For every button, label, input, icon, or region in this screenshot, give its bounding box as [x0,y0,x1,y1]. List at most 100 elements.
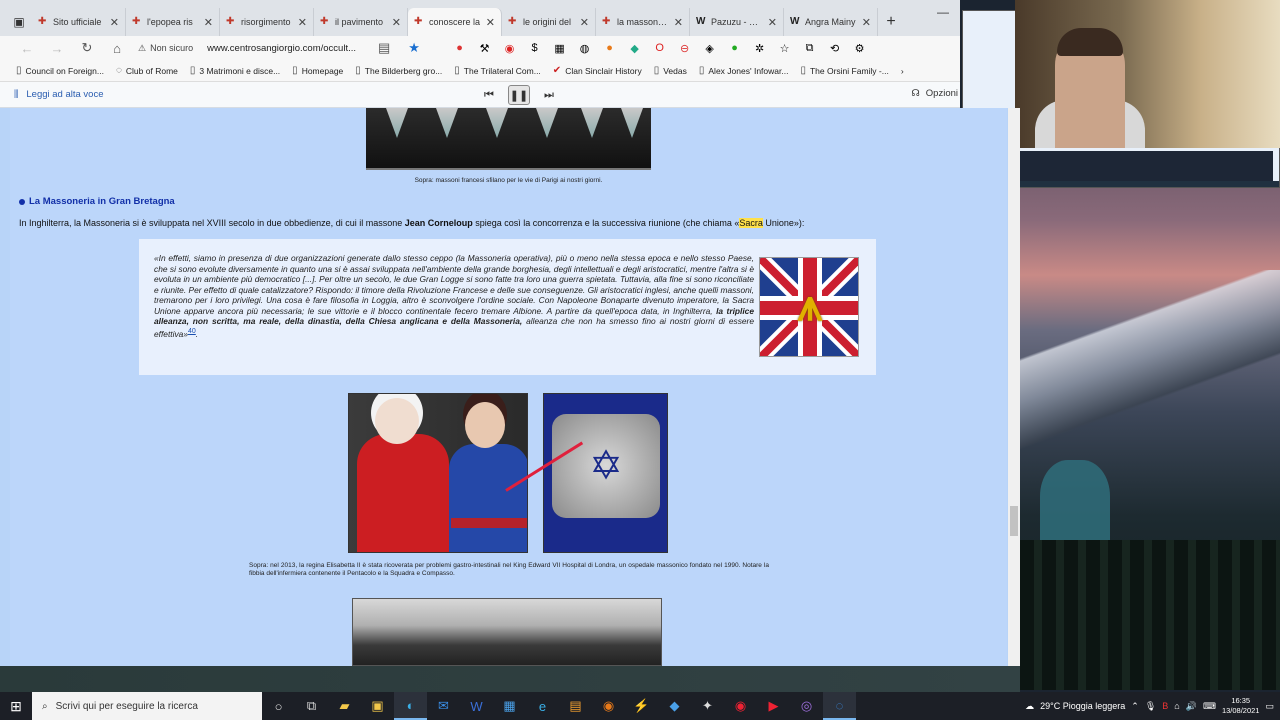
word-icon[interactable]: W [460,692,493,720]
extensions-icon[interactable]: ✲ [751,40,768,57]
windows-start-icon[interactable]: ⊞ [0,692,32,720]
web-page: Sopra: massoni francesi sfilano per le v… [0,108,1020,666]
tab[interactable]: ✚ l'epopea ris ✕ [126,8,220,36]
clock[interactable]: 16:35 13/08/2021 [1222,696,1260,716]
ghost-icon[interactable]: ◍ [576,40,593,57]
tab[interactable]: ✚ Sito ufficiale ✕ [32,8,126,36]
loader-icon[interactable]: ◌ [823,692,856,720]
refresh-icon[interactable]: ↻ [74,40,100,56]
tray-app-icon[interactable]: B [1162,701,1168,711]
next-icon[interactable]: ⏭ [538,85,560,105]
scrollbar-thumb[interactable] [1010,506,1018,536]
bookmark-item[interactable]: ▯ The Bilderberg gro... [351,65,446,76]
close-tab-icon[interactable]: ✕ [298,16,307,29]
favicon-icon: ✚ [414,16,423,27]
close-tab-icon[interactable]: ✕ [110,16,119,29]
recorder-icon[interactable]: ◉ [724,692,757,720]
notifications-icon[interactable]: ▭ [1265,701,1274,712]
edge-browser-icon[interactable]: ◐ [394,692,427,720]
media-icon[interactable]: ▶ [757,692,790,720]
close-tab-icon[interactable]: ✕ [768,16,777,29]
photo-french-masons [366,108,651,170]
close-tab-icon[interactable]: ✕ [486,16,495,29]
reader-view-icon[interactable]: ▤ [371,40,397,56]
tab[interactable]: ✚ la massoneria ✕ [596,8,690,36]
grammarly-icon[interactable]: ● [726,40,743,57]
shield-icon[interactable]: ◈ [701,40,718,57]
dollar-icon[interactable]: $ [526,40,543,57]
previous-icon[interactable]: ⏮ [478,85,500,105]
language-icon[interactable]: ⌨ [1203,701,1216,712]
notes-icon[interactable]: ▤ [559,692,592,720]
tray-chevron-icon[interactable]: ⌃ [1131,701,1139,712]
history-icon[interactable]: ⟲ [826,40,843,57]
back-icon[interactable]: ← [14,41,40,56]
page-scrollbar[interactable] [1008,108,1020,666]
url-field[interactable]: www.centrosangiorgio.com/occult... [207,43,357,54]
tab[interactable]: ✚ risorgimento ✕ [220,8,314,36]
minimize-icon[interactable]: — [926,0,960,24]
close-tab-icon[interactable]: ✕ [580,16,589,29]
tab-actions-icon[interactable]: ▣ [6,8,32,36]
close-tab-icon[interactable]: ✕ [862,16,871,29]
task-view-icon[interactable]: ⧉ [295,692,328,720]
network-icon[interactable]: ⌂ [1174,701,1179,711]
store-icon[interactable]: ▣ [361,692,394,720]
bookmark-item[interactable]: ◌ Club of Rome [112,65,182,76]
ie-icon[interactable]: e [526,692,559,720]
weather-icon[interactable]: ☁ [1025,701,1034,712]
home-icon[interactable]: ⌂ [104,41,130,56]
bookmark-item[interactable]: ▯ Council on Foreign... [12,65,108,76]
favorite-star-icon[interactable]: ★ [401,40,427,56]
new-tab-button[interactable]: + [878,8,904,36]
remote-desktop-icon[interactable]: ▦ [493,692,526,720]
bookmark-item[interactable]: ▯ Vedas [650,65,691,76]
mail-icon[interactable]: ✉ [427,692,460,720]
firefox-icon[interactable]: ◉ [592,692,625,720]
volume-icon[interactable]: 🔊 [1186,701,1197,712]
obs-icon[interactable]: ◎ [790,692,823,720]
close-tab-icon[interactable]: ✕ [392,16,401,29]
adblock-icon[interactable]: ● [451,40,468,57]
tab-label: conoscere la [429,17,481,27]
file-explorer-icon[interactable]: ▰ [328,692,361,720]
record-icon[interactable]: ◉ [501,40,518,57]
puzzle-icon[interactable]: ◆ [626,40,643,57]
collections-icon[interactable]: ⧉ [801,40,818,57]
opera-icon[interactable]: O [651,40,668,57]
bookmark-item[interactable]: ✔ Clan Sinclair History [549,65,646,76]
extension-icon[interactable]: ⚒ [476,40,493,57]
tab[interactable]: W Angra Mainy ✕ [784,8,878,36]
tab[interactable]: ✚ le origini del ✕ [502,8,596,36]
tab[interactable]: ✚ il pavimento ✕ [314,8,408,36]
tab[interactable]: W Pazuzu - Wiki ✕ [690,8,784,36]
tool-icon[interactable]: ◆ [658,692,691,720]
game-icon[interactable]: ✦ [691,692,724,720]
favorites-icon[interactable]: ☆ [776,40,793,57]
bookmark-item[interactable]: ▯ Homepage [288,65,347,76]
microphone-icon[interactable]: 🎙 [1145,701,1156,712]
grid-icon[interactable]: ▦ [551,40,568,57]
taskbar-search[interactable]: ⌕ Scrivi qui per eseguire la ricerca [32,692,262,720]
intro-paragraph: In Inghilterra, la Massoneria si è svilu… [19,218,804,228]
cortana-icon[interactable]: ○ [262,692,295,720]
bookmark-label: Homepage [301,65,344,76]
bookmarks-more-icon[interactable]: › [897,66,908,76]
bookmark-item[interactable]: ▯ 3 Matrimoni e disce... [186,65,284,76]
close-tab-icon[interactable]: ✕ [204,16,213,29]
bookmark-item[interactable]: ▯ The Orsini Family -... [796,65,892,76]
security-indicator[interactable]: ⚠ Non sicuro [138,43,193,54]
block-icon[interactable]: ⊖ [676,40,693,57]
settings-icon[interactable]: ⚙ [851,40,868,57]
weather-label[interactable]: 29°C Pioggia leggera [1040,701,1125,711]
bookmark-item[interactable]: ▯ The Trilateral Com... [450,65,545,76]
forward-icon[interactable]: → [44,41,70,56]
close-tab-icon[interactable]: ✕ [674,16,683,29]
options-button[interactable]: ☊ Opzioni [911,88,958,99]
pause-button[interactable]: ❚❚ [508,85,530,105]
tab-active[interactable]: ✚ conoscere la ✕ [408,8,502,36]
honey-icon[interactable]: ● [601,40,618,57]
app-icon[interactable]: ⚡ [625,692,658,720]
bookmark-item[interactable]: ▯ Alex Jones' Infowar... [695,65,793,76]
footnote-link[interactable]: 40 [188,328,196,335]
